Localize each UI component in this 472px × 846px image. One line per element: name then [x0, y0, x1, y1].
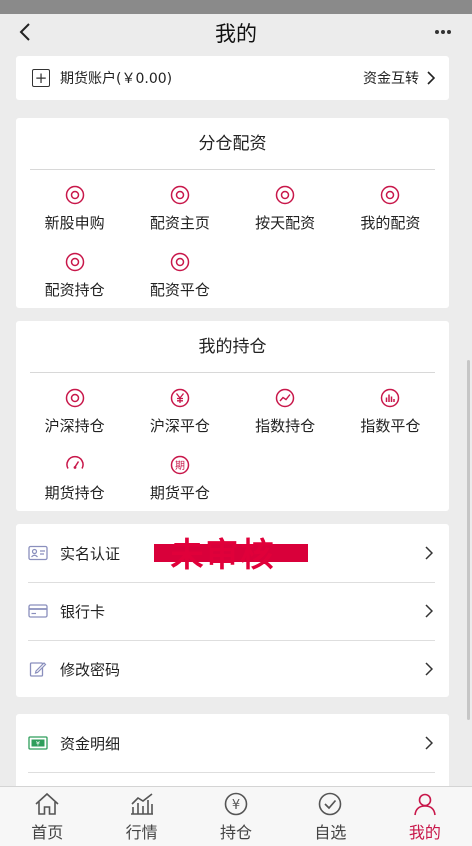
tab-positions[interactable]: ¥ 持仓: [189, 787, 283, 846]
grid-item-allocation-home[interactable]: 配资主页: [127, 178, 232, 245]
edit-icon: [28, 659, 48, 679]
money-icon: ¥: [28, 733, 48, 753]
grid-item-daily-allocation[interactable]: 按天配资: [233, 178, 338, 245]
futures-account-label: 期货账户(￥0.00): [60, 71, 173, 87]
grid-item-label: 指数持仓: [255, 417, 316, 435]
allocation-section: 分仓配资 新股申购 配资主页 按天配资 我的配资 配资持仓 配资平仓: [16, 118, 449, 308]
back-arrow-icon: [19, 23, 30, 41]
row-label: 实名认证: [60, 544, 121, 563]
yen-coin-icon: ¥: [222, 791, 250, 817]
grid-item-label: 沪深平仓: [149, 417, 210, 435]
row-fund-details[interactable]: ¥ 资金明细: [16, 714, 449, 772]
status-bar: [0, 0, 472, 14]
scrollbar-thumb[interactable]: [467, 360, 470, 720]
chevron-right-icon: [425, 604, 433, 618]
chevron-right-icon: [425, 662, 433, 676]
more-dots-icon: [435, 30, 451, 34]
futures-account-card: + 期货账户(￥0.00) 资金互转: [16, 56, 449, 100]
grid-item-shsz-positions[interactable]: 沪深持仓: [22, 381, 127, 448]
market-chart-icon: [128, 791, 156, 817]
period-glyph: 期: [175, 460, 185, 472]
grid-item-my-allocation[interactable]: 我的配资: [338, 178, 443, 245]
fund-transfer-label: 资金互转: [363, 71, 419, 87]
grid-item-index-positions[interactable]: 指数持仓: [233, 381, 338, 448]
tab-label: 我的: [408, 822, 441, 842]
row-bank-card[interactable]: 银行卡: [16, 582, 449, 640]
chevron-right-icon: [427, 71, 435, 85]
check-circle-icon: [316, 791, 344, 817]
circle-target-icon: [169, 251, 191, 273]
tab-label: 自选: [314, 822, 347, 842]
grid-item-futures-positions[interactable]: 期货持仓: [22, 448, 127, 515]
grid-item-label: 期货持仓: [44, 484, 105, 502]
circle-target-icon: [274, 184, 296, 206]
row-real-name-auth[interactable]: 实名认证 未审核: [16, 524, 449, 582]
grid-item-index-closed[interactable]: 指数平仓: [338, 381, 443, 448]
yen-circle-icon: [169, 387, 191, 409]
row-label: 修改密码: [60, 660, 121, 679]
circle-target-icon: [64, 184, 86, 206]
unverified-stamp: 未审核: [136, 532, 310, 574]
chevron-right-icon: [425, 736, 433, 750]
bank-card-icon: [28, 601, 48, 621]
circle-target-icon: [64, 387, 86, 409]
account-settings-section: 实名认证 未审核 银行卡 修改密码: [16, 524, 449, 697]
gauge-icon: [64, 454, 86, 476]
svg-text:¥: ¥: [36, 740, 40, 748]
grid-item-shsz-closed[interactable]: 沪深平仓: [127, 381, 232, 448]
user-icon: [411, 791, 439, 817]
grid-item-futures-closed[interactable]: 期 期货平仓: [127, 448, 232, 515]
holdings-grid: 沪深持仓 沪深平仓 指数持仓 指数平仓 期货持仓 期 期货平仓: [16, 373, 449, 515]
back-button[interactable]: [10, 16, 40, 48]
allocation-grid: 新股申购 配资主页 按天配资 我的配资 配资持仓 配资平仓: [16, 170, 449, 312]
circle-target-icon: [379, 184, 401, 206]
top-nav-bar: 我的: [0, 14, 472, 52]
row-label: 银行卡: [60, 602, 106, 621]
tab-market[interactable]: 行情: [94, 787, 188, 846]
grid-item-label: 期货平仓: [149, 484, 210, 502]
tab-label: 持仓: [220, 822, 253, 842]
grid-item-label: 按天配资: [255, 214, 316, 232]
bottom-tab-bar: 首页 行情 ¥ 持仓 自选 我的: [0, 786, 472, 846]
add-account-icon[interactable]: +: [32, 69, 50, 87]
chevron-right-icon: [425, 546, 433, 560]
fund-transfer-link[interactable]: 资金互转: [363, 68, 435, 88]
section-title: 分仓配资: [30, 118, 435, 170]
grid-item-label: 配资持仓: [44, 281, 105, 299]
more-menu-button[interactable]: [428, 16, 458, 48]
trend-chart-icon: [274, 387, 296, 409]
grid-item-label: 指数平仓: [360, 417, 421, 435]
row-label: 资金明细: [60, 734, 121, 753]
home-icon: [33, 791, 61, 817]
grid-item-allocation-positions[interactable]: 配资持仓: [22, 245, 127, 312]
tab-home[interactable]: 首页: [0, 787, 94, 846]
grid-item-label: 新股申购: [44, 214, 105, 232]
grid-item-allocation-closed[interactable]: 配资平仓: [127, 245, 232, 312]
grid-item-label: 沪深持仓: [44, 417, 105, 435]
period-char-icon: 期: [169, 454, 191, 476]
page-title: 我的: [215, 22, 257, 46]
circle-target-icon: [169, 184, 191, 206]
tab-label: 首页: [31, 822, 64, 842]
yen-glyph: ¥: [232, 798, 240, 813]
holdings-section: 我的持仓 沪深持仓 沪深平仓 指数持仓 指数平仓 期货持仓 期 期货平仓: [16, 321, 449, 511]
section-title: 我的持仓: [30, 321, 435, 373]
grid-item-new-stock[interactable]: 新股申购: [22, 178, 127, 245]
circle-target-icon: [64, 251, 86, 273]
tab-mine[interactable]: 我的: [378, 787, 472, 846]
bar-chart-icon: [379, 387, 401, 409]
grid-item-label: 配资平仓: [149, 281, 210, 299]
id-card-icon: [28, 543, 48, 563]
row-change-password[interactable]: 修改密码: [16, 640, 449, 698]
stamp-text: 未审核: [170, 535, 276, 574]
grid-item-label: 我的配资: [360, 214, 421, 232]
grid-item-label: 配资主页: [149, 214, 210, 232]
tab-label: 行情: [125, 822, 158, 842]
tab-watchlist[interactable]: 自选: [283, 787, 377, 846]
